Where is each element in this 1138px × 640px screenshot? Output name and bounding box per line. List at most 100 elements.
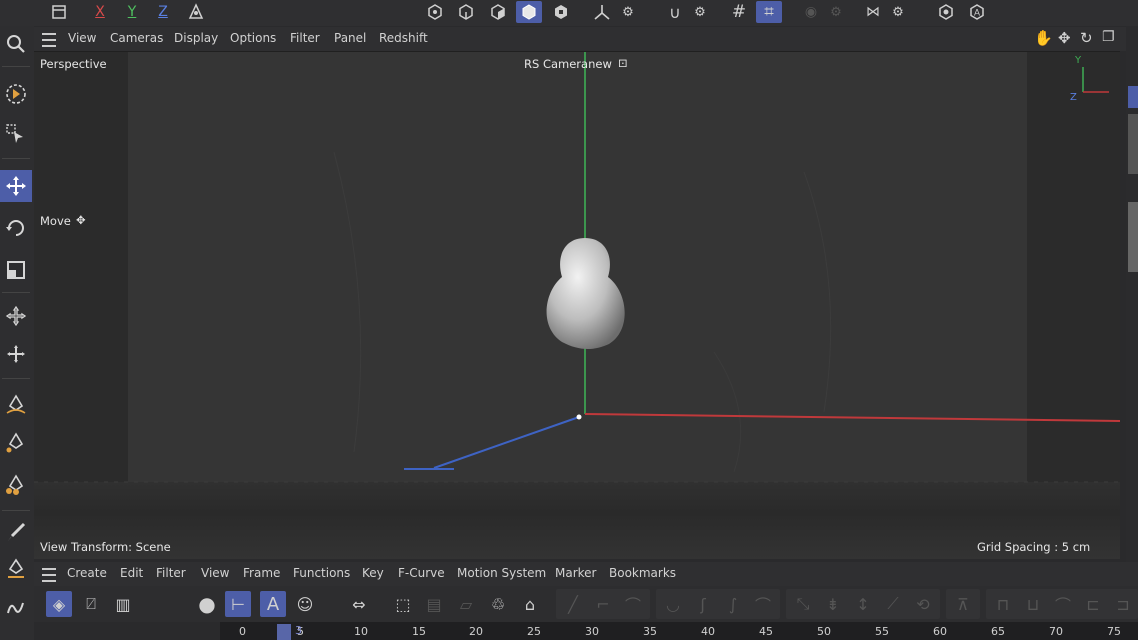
selection-icon[interactable] xyxy=(0,118,32,150)
sphere-icon[interactable]: ● xyxy=(194,591,220,617)
break-tangent-icon[interactable]: ⤡ xyxy=(790,591,816,617)
perspective-label[interactable]: Perspective xyxy=(40,57,107,71)
ease-in-icon[interactable]: ʃ xyxy=(690,591,716,617)
material-preview[interactable] xyxy=(1128,202,1138,272)
spline-pen-icon[interactable] xyxy=(0,426,32,458)
orbit-icon[interactable]: ↻ xyxy=(1080,29,1093,47)
menu-redshift[interactable]: Redshift xyxy=(379,31,428,45)
menu-view[interactable]: View xyxy=(68,31,96,45)
linear-icon[interactable]: ╱ xyxy=(560,591,586,617)
key-reduce-icon[interactable]: ⊼ xyxy=(950,591,976,617)
axis-x-lock[interactable]: X xyxy=(90,1,110,23)
workplane-icon[interactable]: ⌗ xyxy=(756,1,782,23)
tl-menu-frame[interactable]: Frame xyxy=(243,566,280,580)
sketch-icon[interactable] xyxy=(0,552,32,584)
rotate-icon[interactable] xyxy=(0,212,32,244)
key-copy-icon[interactable]: ⊓ xyxy=(990,591,1016,617)
key-clamp-icon[interactable]: ⊏ xyxy=(1080,591,1106,617)
spline-icon[interactable]: ⌒ xyxy=(750,591,776,617)
axis-settings-icon[interactable]: ⚙ xyxy=(618,1,638,23)
tl-menu-bookmarks[interactable]: Bookmarks xyxy=(609,566,676,580)
lock-tangent-icon[interactable]: ↕ xyxy=(850,591,876,617)
document-icon[interactable] xyxy=(48,1,70,23)
menu-display[interactable]: Display xyxy=(174,31,218,45)
spline-points-icon[interactable] xyxy=(0,468,32,500)
panel-tab[interactable] xyxy=(1128,86,1138,108)
tl-menu-key[interactable]: Key xyxy=(362,566,384,580)
tl-menu-create[interactable]: Create xyxy=(67,566,107,580)
axis-z-lock[interactable]: Z xyxy=(153,1,173,23)
polygons-mode-icon[interactable] xyxy=(487,1,509,23)
pan-hand-icon[interactable]: ✋ xyxy=(1034,29,1053,47)
viewport[interactable]: Y Z Perspective RS Cameranew ⊡ Move ✥ Vi… xyxy=(34,51,1120,559)
texture-mode-icon[interactable] xyxy=(550,1,572,23)
menu-panel[interactable]: Panel xyxy=(334,31,366,45)
axis-y-lock[interactable]: Y xyxy=(122,1,142,23)
frame-all-icon[interactable]: ⬚ xyxy=(390,591,416,617)
grid-icon[interactable]: # xyxy=(728,1,750,23)
fcurve-mode-icon[interactable]: ⍁ xyxy=(78,591,104,617)
move-icon[interactable] xyxy=(0,170,32,202)
axis-mode-icon[interactable] xyxy=(590,1,614,23)
edges-mode-icon[interactable] xyxy=(455,1,477,23)
ease-icon[interactable]: ◡ xyxy=(660,591,686,617)
playhead[interactable]: 3 xyxy=(277,624,302,640)
clean-keys-icon[interactable]: ⌂ xyxy=(517,591,543,617)
zero-length-icon[interactable]: ⟋ xyxy=(880,591,906,617)
hierarchy-icon[interactable]: ⊢ xyxy=(225,591,251,617)
render-icon[interactable]: A xyxy=(966,1,988,23)
tl-menu-marker[interactable]: Marker xyxy=(555,566,596,580)
points-mode-icon[interactable] xyxy=(424,1,446,23)
key-extra-icon[interactable]: ⊐ xyxy=(1110,591,1136,617)
user-icon[interactable]: ☺ xyxy=(292,591,318,617)
timeline-ruler[interactable]: 0 5 10 15 20 25 30 35 40 45 50 55 60 65 … xyxy=(220,622,1138,640)
tl-menu-edit[interactable]: Edit xyxy=(120,566,143,580)
pen-icon[interactable] xyxy=(0,388,32,420)
tl-menu-filter[interactable]: Filter xyxy=(156,566,186,580)
model-mode-icon[interactable] xyxy=(516,1,542,23)
transform-icon[interactable] xyxy=(0,300,32,332)
key-paste-icon[interactable]: ⊔ xyxy=(1020,591,1046,617)
menu-options[interactable]: Options xyxy=(230,31,276,45)
zoom-icon[interactable]: ✥ xyxy=(1058,29,1071,47)
multi-move-icon[interactable] xyxy=(0,338,32,370)
menu-filter[interactable]: Filter xyxy=(290,31,320,45)
tl-menu-functions[interactable]: Functions xyxy=(293,566,350,580)
auto-tangent-icon[interactable]: ⟲ xyxy=(910,591,936,617)
tl-menu-fcurve[interactable]: F-Curve xyxy=(398,566,445,580)
view-icon[interactable] xyxy=(935,1,957,23)
scale-icon[interactable] xyxy=(0,254,32,286)
solo-settings-icon[interactable]: ⚙ xyxy=(826,1,846,23)
recycle-icon[interactable]: ♲ xyxy=(485,591,511,617)
camera-label[interactable]: RS Cameranew xyxy=(524,57,612,71)
clip-icon[interactable]: ▤ xyxy=(421,591,447,617)
camera-link-icon[interactable]: ⊡ xyxy=(618,56,628,70)
flat-tangent-icon[interactable]: ⇟ xyxy=(820,591,846,617)
key-overshoot-icon[interactable]: ⌒ xyxy=(1050,591,1076,617)
menu-icon[interactable] xyxy=(42,568,56,582)
world-coordinates-icon[interactable] xyxy=(184,1,208,23)
spline-smooth-icon[interactable] xyxy=(0,592,32,624)
motion-mode-icon[interactable]: ▥ xyxy=(110,591,136,617)
snap-icon[interactable]: ∪ xyxy=(664,1,686,23)
material-preview[interactable] xyxy=(1128,114,1138,174)
snap-settings-icon[interactable]: ⚙ xyxy=(690,1,710,23)
move-keys-icon[interactable]: ⇔ xyxy=(346,591,372,617)
brush-icon[interactable] xyxy=(0,516,32,548)
search-icon[interactable] xyxy=(0,28,32,60)
symmetry-settings-icon[interactable]: ⚙ xyxy=(888,1,908,23)
live-select-icon[interactable] xyxy=(0,78,32,110)
text-a-icon[interactable]: A xyxy=(260,591,286,617)
tl-menu-view[interactable]: View xyxy=(201,566,229,580)
dopesheet-mode-icon[interactable]: ◈ xyxy=(46,591,72,617)
menu-cameras[interactable]: Cameras xyxy=(110,31,163,45)
maximize-view-icon[interactable]: ❐ xyxy=(1102,29,1115,45)
menu-icon[interactable] xyxy=(42,33,56,47)
ease-out-icon[interactable]: ⌒ xyxy=(620,591,646,617)
solo-icon[interactable]: ◉ xyxy=(800,1,822,23)
ease-in-out-icon[interactable]: ∫ xyxy=(720,591,746,617)
loop-icon[interactable]: ▱ xyxy=(453,591,479,617)
symmetry-icon[interactable]: ⋈ xyxy=(862,1,884,23)
tl-menu-motion-system[interactable]: Motion System xyxy=(457,566,546,580)
step-icon[interactable]: ⌐ xyxy=(590,591,616,617)
